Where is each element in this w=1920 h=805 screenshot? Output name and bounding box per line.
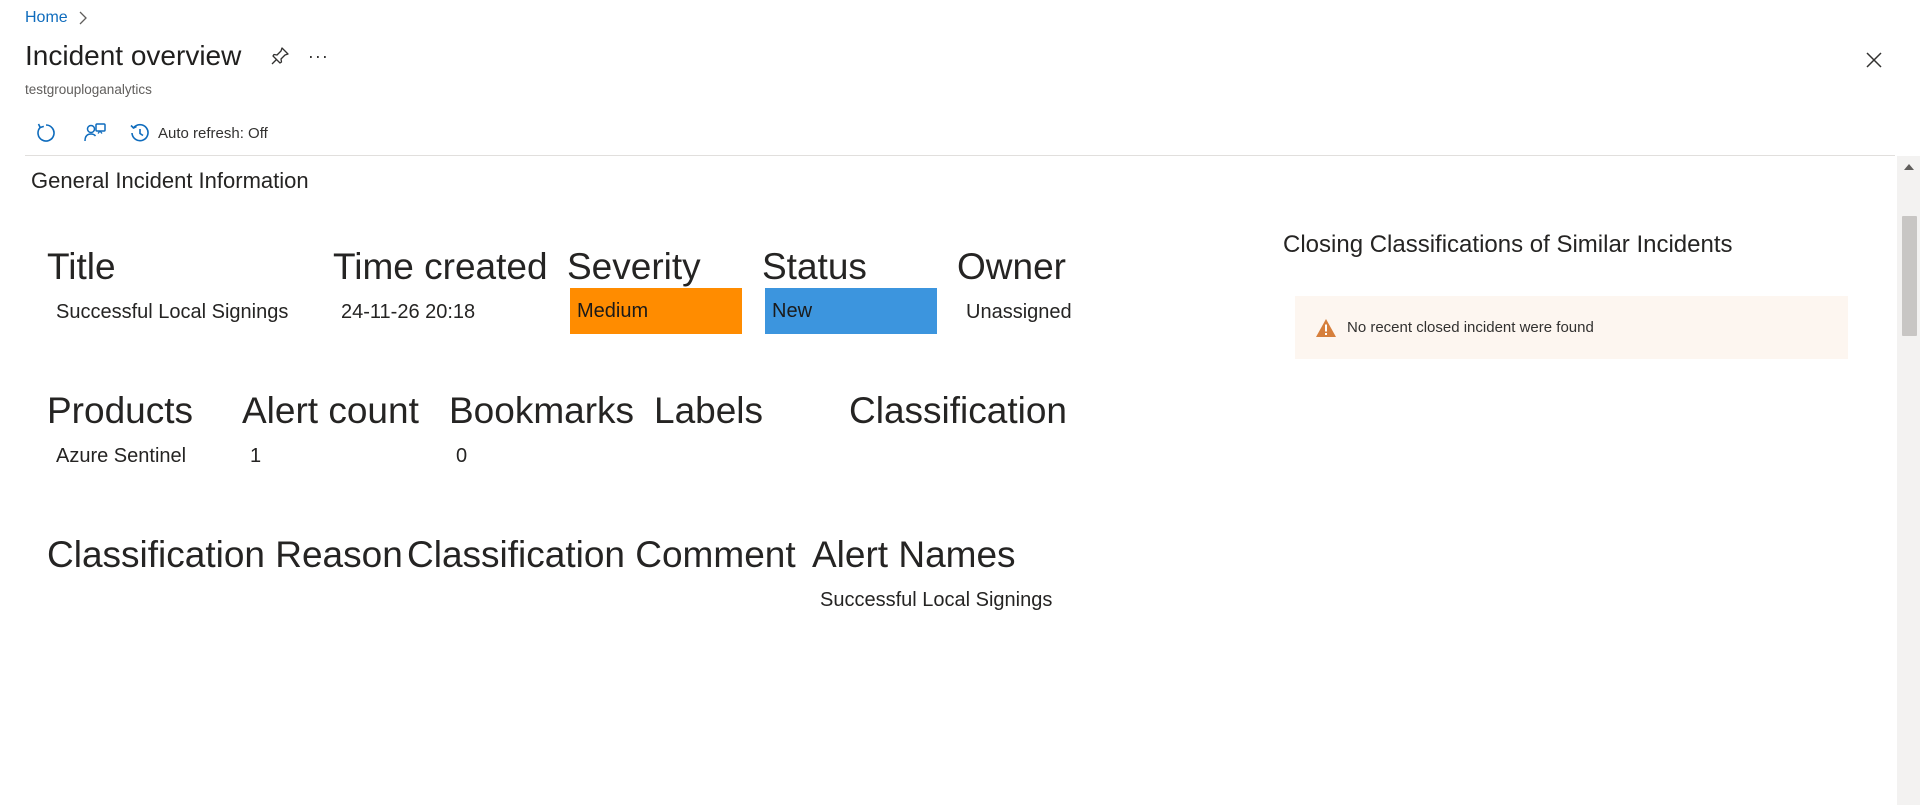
classification-label: Classification: [849, 390, 1067, 431]
products-value: Azure Sentinel: [56, 445, 187, 467]
products-label: Products: [47, 390, 194, 431]
owner-label: Owner: [957, 246, 1066, 287]
title-row: Incident overview ···: [25, 40, 331, 72]
auto-refresh-button[interactable]: Auto refresh: Off: [128, 121, 268, 145]
status-badge: New: [765, 288, 937, 334]
refresh-icon: [34, 121, 58, 145]
bookmarks-value: 0: [456, 445, 468, 467]
share-button[interactable]: [80, 118, 110, 148]
warning-icon: [1315, 318, 1337, 338]
labels-label: Labels: [654, 390, 764, 431]
time-created-label: Time created: [333, 246, 548, 287]
alert-count-label: Alert count: [242, 390, 419, 431]
time-created-value: 24-11-26 20:18: [341, 301, 476, 323]
breadcrumb-home-link[interactable]: Home: [25, 9, 68, 27]
closing-classifications-title: Closing Classifications of Similar Incid…: [1283, 231, 1733, 258]
severity-value: Medium: [577, 299, 649, 322]
toolbar: Auto refresh: Off: [25, 118, 268, 148]
scrollbar-thumb[interactable]: [1902, 216, 1917, 336]
scroll-up-arrow-icon[interactable]: [1904, 164, 1914, 170]
page-subtitle: testgrouploganalytics: [25, 82, 152, 97]
status-label: Status: [762, 246, 867, 287]
auto-refresh-label: Auto refresh: Off: [158, 124, 268, 142]
bookmarks-label: Bookmarks: [449, 390, 635, 431]
page-title: Incident overview: [25, 40, 242, 71]
chevron-right-icon: [78, 11, 88, 25]
classification-reason-label: Classification Reason: [47, 534, 403, 575]
alert-names-label: Alert Names: [812, 534, 1016, 575]
breadcrumb: Home: [25, 8, 88, 28]
close-icon[interactable]: [1862, 48, 1886, 72]
refresh-button[interactable]: [31, 118, 61, 148]
no-closed-incidents-notice: No recent closed incident were found: [1295, 296, 1848, 359]
severity-badge: Medium: [570, 288, 742, 334]
scrollbar[interactable]: [1897, 156, 1920, 805]
alert-count-value: 1: [250, 445, 262, 467]
pin-icon[interactable]: [267, 43, 293, 69]
history-icon: [128, 121, 152, 145]
title-value: Successful Local Signings: [56, 301, 289, 323]
notice-text: No recent closed incident were found: [1347, 319, 1594, 336]
classification-comment-label: Classification Comment: [407, 534, 796, 575]
severity-label: Severity: [567, 246, 701, 287]
alert-names-value: Successful Local Signings: [820, 589, 1053, 611]
owner-value: Unassigned: [966, 301, 1072, 323]
title-label: Title: [47, 246, 116, 287]
more-icon[interactable]: ···: [305, 43, 331, 69]
status-value: New: [772, 299, 813, 322]
toolbar-divider: [25, 155, 1895, 156]
share-icon: [83, 121, 107, 145]
section-title: General Incident Information: [31, 168, 309, 193]
